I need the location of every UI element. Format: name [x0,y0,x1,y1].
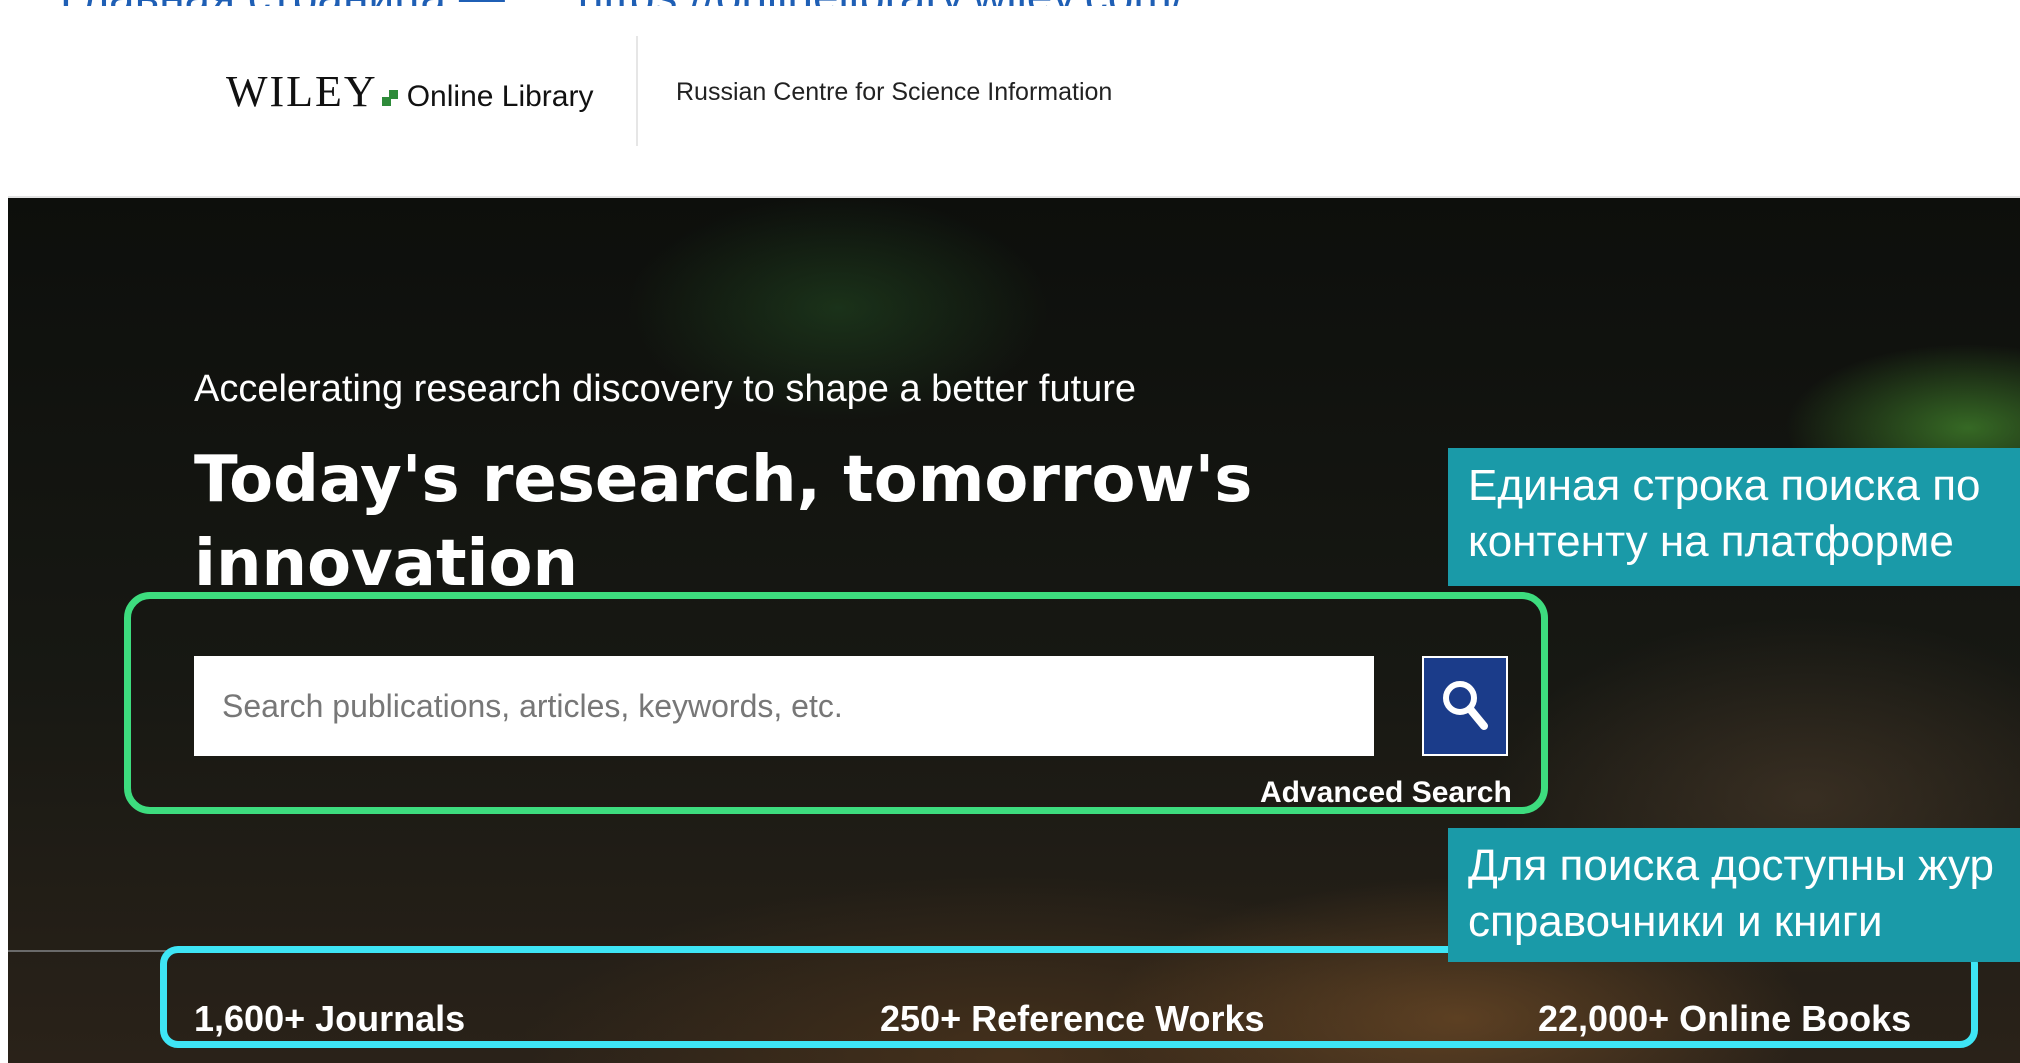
institution-name: Russian Centre for Science Information [676,78,1113,106]
callout-content: Для поиска доступны жур справочники и кн… [1448,828,2020,962]
search-highlight-box [124,592,1548,814]
callout-search: Единая строка поиска по контенту на плат… [1448,448,2020,586]
callout-search-line2: контенту на платформе [1468,517,1954,566]
callout-content-line1: Для поиска доступны жур [1468,841,1994,890]
header-divider [636,36,638,146]
logo-mark-icon [381,97,391,106]
hero-tagline: Accelerating research discovery to shape… [194,368,1137,410]
callout-content-line2: справочники и книги [1468,897,1883,946]
logo-brand: WILEY [226,67,378,116]
site-header: WILEY Online Library Russian Centre for … [8,6,2020,198]
logo-product: Online Library [406,80,594,113]
wiley-logo[interactable]: WILEY Online Library [226,66,593,117]
callout-search-line1: Единая строка поиска по [1468,461,1981,510]
hero-headline: Today's research, tomorrow's innovation [194,443,1253,590]
